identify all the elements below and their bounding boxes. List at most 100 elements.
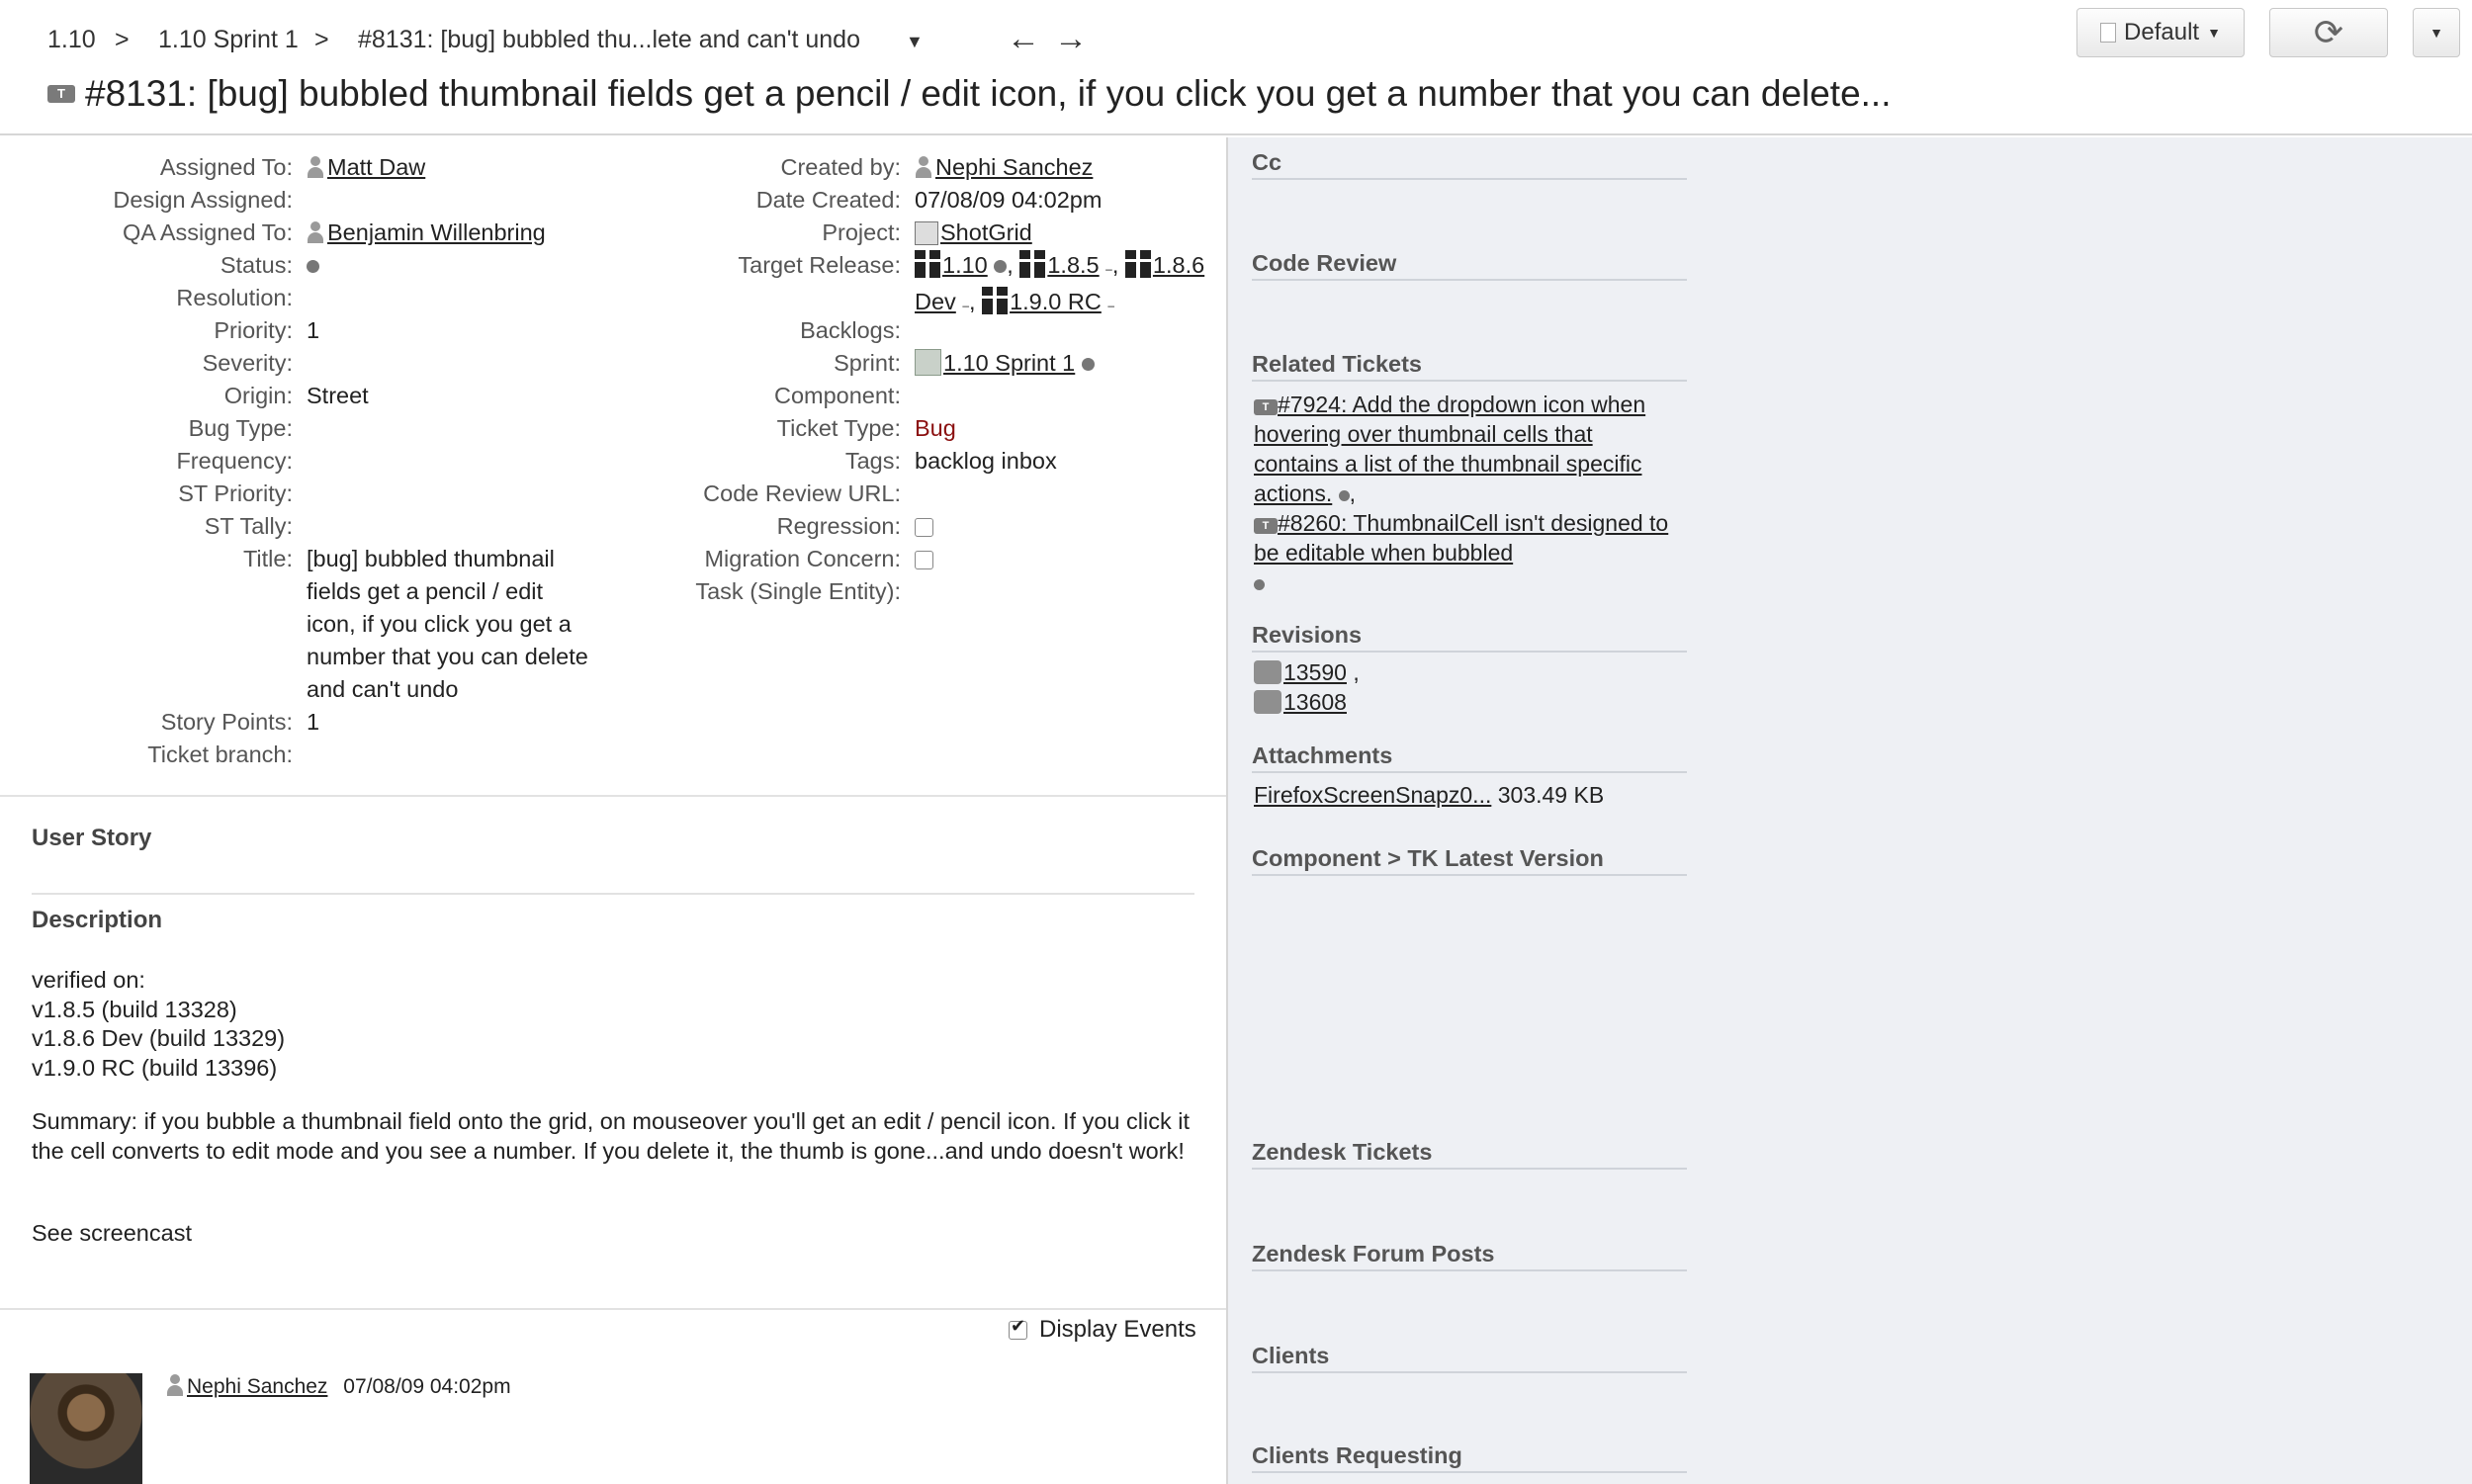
field-bug-type[interactable]: Bug Type: [0, 412, 307, 445]
field-backlogs[interactable]: Backlogs: [593, 314, 915, 347]
divider [32, 893, 1194, 895]
field-label: Title: [242, 546, 293, 571]
sprint-link[interactable]: 1.10 Sprint 1 [943, 350, 1075, 376]
revision-icon [1254, 660, 1281, 684]
related-ticket-link[interactable]: #7924: Add the dropdown icon when hoveri… [1254, 392, 1645, 506]
attachments-heading: Attachments [1252, 742, 1687, 773]
description-summary: Summary: if you bubble a thumbnail field… [32, 1108, 1190, 1164]
field-tags[interactable]: Tags: backlog inbox [593, 445, 1057, 478]
more-menu-button[interactable]: ▼ [2413, 8, 2460, 57]
clients-requesting-heading: Clients Requesting [1252, 1442, 1687, 1473]
field-target-release: Target Release: 1.10 , 1.8.5 –, 1.8.6 De… [593, 249, 1211, 322]
activity-author-link[interactable]: Nephi Sanchez [187, 1375, 327, 1398]
field-ticket-branch[interactable]: Ticket branch: [0, 739, 307, 771]
field-st-priority[interactable]: ST Priority: [0, 478, 307, 510]
project-link[interactable]: ShotGrid [940, 219, 1032, 245]
refresh-button[interactable]: ⟳ [2269, 8, 2388, 57]
field-priority[interactable]: Priority: 1 [0, 314, 319, 347]
revision-link[interactable]: 13608 [1283, 689, 1347, 715]
created-by-link[interactable]: Nephi Sanchez [935, 154, 1093, 180]
release-link[interactable]: 1.10 [942, 252, 988, 278]
field-frequency[interactable]: Frequency: [0, 445, 307, 478]
release-icon [1124, 250, 1151, 278]
previous-arrow-icon[interactable]: ← [1007, 20, 1040, 58]
qa-assigned-link[interactable]: Benjamin Willenbring [327, 219, 546, 245]
display-events-checkbox[interactable]: ✔ [1009, 1316, 1027, 1340]
layout-dropdown-button[interactable]: Default ▼ [2076, 8, 2245, 57]
field-label: Ticket Type: [776, 415, 901, 441]
field-component[interactable]: Component: [593, 380, 915, 412]
field-created-by: Created by: Nephi Sanchez [593, 151, 1094, 184]
field-design-assigned[interactable]: Design Assigned: [0, 184, 307, 217]
field-severity[interactable]: Severity: [0, 347, 307, 380]
field-label: Story Points: [160, 709, 293, 735]
field-st-tally[interactable]: ST Tally: [0, 510, 307, 543]
related-ticket-link[interactable]: #8260: ThumbnailCell isn't designed to b… [1254, 510, 1668, 566]
zendesk-tickets-heading: Zendesk Tickets [1252, 1139, 1687, 1170]
ticket-type-value: Bug [915, 415, 956, 441]
avatar[interactable] [30, 1373, 142, 1484]
field-label: ST Priority: [178, 480, 293, 506]
priority-value: 1 [307, 317, 320, 343]
field-project: Project: ShotGrid [593, 217, 1032, 249]
breadcrumb-separator: > [314, 26, 329, 53]
attachment-link[interactable]: FirefoxScreenSnapz0... [1254, 782, 1491, 808]
story-points-value: 1 [307, 709, 320, 735]
related-ticket-item: T #8260: ThumbnailCell isn't designed to … [1254, 508, 1679, 597]
release-link[interactable]: 1.9.0 RC [1010, 289, 1102, 314]
field-status[interactable]: Status: [0, 249, 319, 282]
breadcrumb-sprint[interactable]: 1.10 Sprint 1 [158, 26, 299, 54]
field-code-review-url[interactable]: Code Review URL: [593, 478, 915, 510]
caret-down-icon: ▼ [2207, 25, 2221, 41]
chevron-down-icon[interactable]: ▼ [906, 32, 924, 52]
page-title-row: T #8131: [bug] bubbled thumbnail fields … [47, 73, 1892, 115]
related-tickets-list: T #7924: Add the dropdown icon when hover… [1254, 390, 1679, 597]
person-icon [915, 156, 932, 178]
field-label: Component: [773, 383, 901, 408]
cc-heading: Cc [1252, 149, 1687, 180]
field-label: Origin: [223, 383, 293, 408]
sprint-icon [915, 349, 941, 376]
field-origin[interactable]: Origin: Street [0, 380, 369, 412]
page-title: #8131: [bug] bubbled thumbnail fields ge… [85, 73, 1892, 114]
breadcrumb-ticket[interactable]: #8131: [bug] bubbled thu...lete and can'… [358, 26, 860, 54]
field-label: Ticket branch: [147, 742, 293, 767]
code-review-heading: Code Review [1252, 250, 1687, 281]
migration-concern-checkbox[interactable] [915, 551, 933, 569]
field-label: Priority: [214, 317, 293, 343]
description-line: v1.8.6 Dev (build 13329) [32, 1025, 286, 1051]
field-ticket-type[interactable]: Ticket Type: Bug [593, 412, 956, 445]
field-title[interactable]: Title: [bug] bubbled thumbnail fields ge… [0, 543, 593, 706]
description-line: v1.9.0 RC (build 13396) [32, 1054, 278, 1081]
field-label: Date Created: [755, 187, 901, 213]
release-link[interactable]: 1.8.5 [1047, 252, 1099, 278]
breadcrumb-project[interactable]: 1.10 [47, 26, 96, 54]
field-label: Severity: [202, 350, 293, 376]
field-sprint: Sprint: 1.10 Sprint 1 [593, 347, 1095, 380]
field-label: Created by: [780, 154, 901, 180]
release-icon [982, 287, 1009, 314]
field-regression: Regression: [593, 510, 933, 543]
display-events-toggle[interactable]: ✔ Display Events [1009, 1316, 1196, 1344]
related-tickets-heading: Related Tickets [1252, 351, 1687, 382]
zendesk-forum-posts-heading: Zendesk Forum Posts [1252, 1241, 1687, 1271]
regression-checkbox[interactable] [915, 518, 933, 537]
page-icon [2100, 23, 2117, 43]
ticket-icon: T [47, 85, 75, 103]
field-label: Design Assigned: [113, 187, 293, 213]
breadcrumb-separator: > [115, 26, 130, 53]
field-label: Sprint: [834, 350, 901, 376]
field-resolution[interactable]: Resolution: [0, 282, 307, 314]
field-story-points[interactable]: Story Points: 1 [0, 706, 319, 739]
field-label: Migration Concern: [704, 546, 901, 571]
person-icon [307, 221, 324, 243]
revision-link[interactable]: 13590 [1283, 659, 1347, 685]
field-task-single-entity[interactable]: Task (Single Entity): [593, 575, 915, 608]
field-label: Regression: [776, 513, 901, 539]
next-arrow-icon[interactable]: → [1054, 20, 1088, 58]
date-created-value: 07/08/09 04:02pm [915, 187, 1103, 213]
revisions-list: 13590 , 13608 [1254, 657, 1689, 717]
assigned-to-link[interactable]: Matt Daw [327, 154, 425, 180]
user-story-heading: User Story [32, 825, 152, 851]
status-dot-icon [994, 260, 1008, 273]
